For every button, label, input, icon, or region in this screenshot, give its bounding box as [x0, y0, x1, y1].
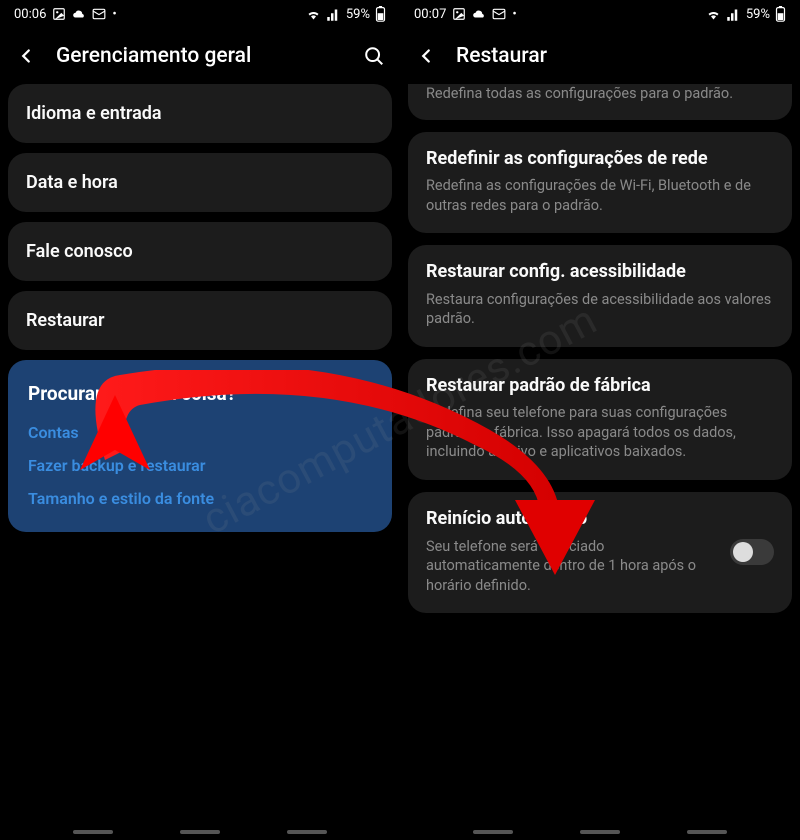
status-bar: 00:07 • 59% — [400, 0, 800, 28]
nav-bar — [0, 830, 400, 834]
battery-percent: 59% — [346, 7, 370, 22]
dot-icon: • — [112, 7, 116, 22]
cloud-icon — [72, 7, 86, 21]
screen-left: 00:06 • 59% Gerenciamento geral — [0, 0, 400, 840]
toggle-reinicio[interactable] — [730, 539, 774, 565]
card-title: Redefinir as configurações de rede — [426, 148, 774, 171]
card-desc: Redefina seu telefone para suas configur… — [426, 403, 774, 462]
suggestion-card: Procurando outra coisa? Contas Fazer bac… — [8, 360, 392, 532]
screen-right: 00:07 • 59% Restaurar Redefina todas as … — [400, 0, 800, 840]
suggestion-title: Procurando outra coisa? — [28, 382, 372, 405]
battery-icon — [775, 6, 786, 22]
page-title: Gerenciamento geral — [56, 44, 344, 68]
card-title: Restaurar config. acessibilidade — [426, 261, 774, 284]
signal-icon — [726, 7, 741, 22]
item-label: Data e hora — [26, 172, 374, 193]
card-desc: Redefina as configurações de Wi-Fi, Blue… — [426, 176, 774, 215]
signal-icon — [326, 7, 341, 22]
battery-percent: 59% — [746, 7, 770, 22]
nav-back[interactable] — [287, 830, 327, 834]
item-label: Fale conosco — [26, 241, 374, 262]
item-fale-conosco[interactable]: Fale conosco — [8, 222, 392, 281]
toggle-knob — [733, 542, 753, 562]
gallery-icon — [452, 7, 466, 21]
content-list: Idioma e entrada Data e hora Fale conosc… — [0, 84, 400, 532]
wifi-icon — [306, 7, 321, 22]
mail-icon — [492, 7, 506, 21]
item-label: Restaurar — [26, 310, 374, 331]
card-title: Restaurar padrão de fábrica — [426, 375, 774, 398]
suggestion-link-backup[interactable]: Fazer backup e restaurar — [28, 456, 372, 475]
card-rede[interactable]: Redefinir as configurações de rede Redef… — [408, 132, 792, 234]
card-title: Reinício automático — [426, 508, 718, 531]
app-bar: Gerenciamento geral — [0, 28, 400, 84]
suggestion-link-fonte[interactable]: Tamanho e estilo da fonte — [28, 489, 372, 508]
cut-card[interactable]: Redefina todas as configurações para o p… — [408, 84, 792, 120]
status-time: 00:06 — [14, 7, 46, 22]
app-bar: Restaurar — [400, 28, 800, 84]
back-button[interactable] — [414, 44, 438, 68]
page-title: Restaurar — [456, 44, 786, 68]
nav-home[interactable] — [580, 830, 620, 834]
dot-icon: • — [512, 7, 516, 22]
back-button[interactable] — [14, 44, 38, 68]
nav-back[interactable] — [687, 830, 727, 834]
suggestion-link-contas[interactable]: Contas — [28, 423, 372, 442]
content-list: Redefina todas as configurações para o p… — [400, 84, 800, 613]
card-acessibilidade[interactable]: Restaurar config. acessibilidade Restaur… — [408, 245, 792, 347]
nav-recent[interactable] — [73, 830, 113, 834]
cut-desc: Redefina todas as configurações para o p… — [426, 84, 774, 104]
status-bar: 00:06 • 59% — [0, 0, 400, 28]
wifi-icon — [706, 7, 721, 22]
status-time: 00:07 — [414, 7, 446, 22]
nav-recent[interactable] — [473, 830, 513, 834]
battery-icon — [375, 6, 386, 22]
nav-bar — [400, 830, 800, 834]
card-desc: Restaura configurações de acessibilidade… — [426, 290, 774, 329]
mail-icon — [92, 7, 106, 21]
card-desc: Seu telefone será reiniciado automaticam… — [426, 537, 718, 596]
item-data-hora[interactable]: Data e hora — [8, 153, 392, 212]
cloud-icon — [472, 7, 486, 21]
item-label: Idioma e entrada — [26, 103, 374, 124]
search-button[interactable] — [362, 44, 386, 68]
gallery-icon — [52, 7, 66, 21]
nav-home[interactable] — [180, 830, 220, 834]
card-reinicio: Reinício automático Seu telefone será re… — [408, 492, 792, 613]
item-restaurar[interactable]: Restaurar — [8, 291, 392, 350]
card-fabrica[interactable]: Restaurar padrão de fábrica Redefina seu… — [408, 359, 792, 480]
item-idioma[interactable]: Idioma e entrada — [8, 84, 392, 143]
